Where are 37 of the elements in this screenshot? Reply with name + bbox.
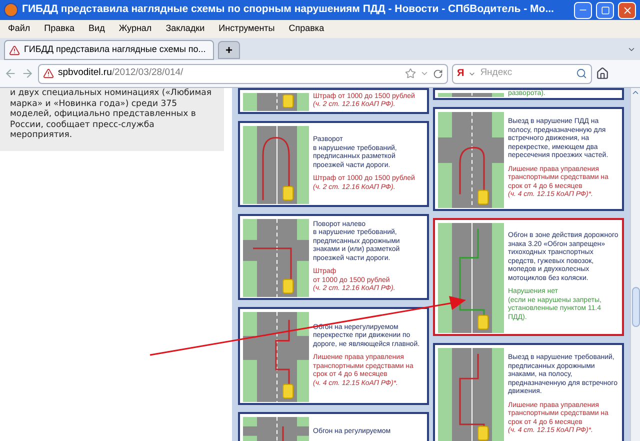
menu-item[interactable]: Журнал	[118, 22, 152, 36]
menu-item[interactable]: Инструменты	[218, 22, 275, 36]
close-button[interactable]	[618, 2, 636, 18]
scrollbar-thumb[interactable]	[632, 287, 640, 327]
article-paragraph: и двух специальных номинациях («Любимая марка» и «Новинка года») среди 375 моделей, официально представленных в России, сообщает пресс-служба мероприятия.	[0, 88, 224, 150]
firefox-logo-icon	[4, 3, 18, 17]
back-icon[interactable]	[4, 67, 17, 80]
browser-tab[interactable]: ГИБДД представила наглядные схемы по...	[4, 40, 214, 60]
reload-icon[interactable]	[433, 68, 443, 78]
window-title: ГИБДД представила наглядные схемы по спорным нарушениям ПДД - Новости - СПбВодитель - Mo...	[22, 2, 555, 18]
menu-item[interactable]: Вид	[88, 22, 105, 36]
search-placeholder: Яндекс	[480, 66, 514, 80]
site-warning-icon	[43, 68, 54, 79]
road-diagram-drawing	[243, 93, 309, 111]
menu-item[interactable]: Файл	[8, 22, 30, 36]
road-diagram-drawing	[438, 93, 504, 97]
site-warning-icon	[9, 44, 20, 56]
search-field[interactable]: Я Яндекс	[452, 64, 592, 84]
tab-list-icon[interactable]	[627, 45, 636, 54]
search-engine-logo[interactable]: Я	[457, 66, 464, 81]
scrollbar[interactable]	[630, 88, 640, 441]
bookmark-star-icon[interactable]	[405, 68, 416, 79]
close-icon	[622, 4, 632, 16]
maximize-button[interactable]	[596, 2, 614, 18]
address-field[interactable]: spbvoditel.ru/2012/03/28/014/	[38, 64, 448, 84]
scroll-up-icon[interactable]	[631, 88, 640, 97]
maximize-icon	[600, 6, 610, 14]
menu-item[interactable]: Закладки	[166, 22, 205, 36]
history-dropdown-icon[interactable]	[420, 69, 429, 78]
new-tab-button[interactable]: +	[218, 41, 240, 59]
minimize-button[interactable]	[574, 2, 592, 18]
menu-item[interactable]: Правка	[44, 22, 75, 36]
forward-icon[interactable]	[21, 67, 34, 80]
url-text: spbvoditel.ru/2012/03/28/014/	[58, 66, 184, 80]
search-icon[interactable]	[576, 68, 587, 79]
home-icon[interactable]	[596, 67, 609, 80]
menu-item[interactable]: Справка	[288, 22, 324, 36]
